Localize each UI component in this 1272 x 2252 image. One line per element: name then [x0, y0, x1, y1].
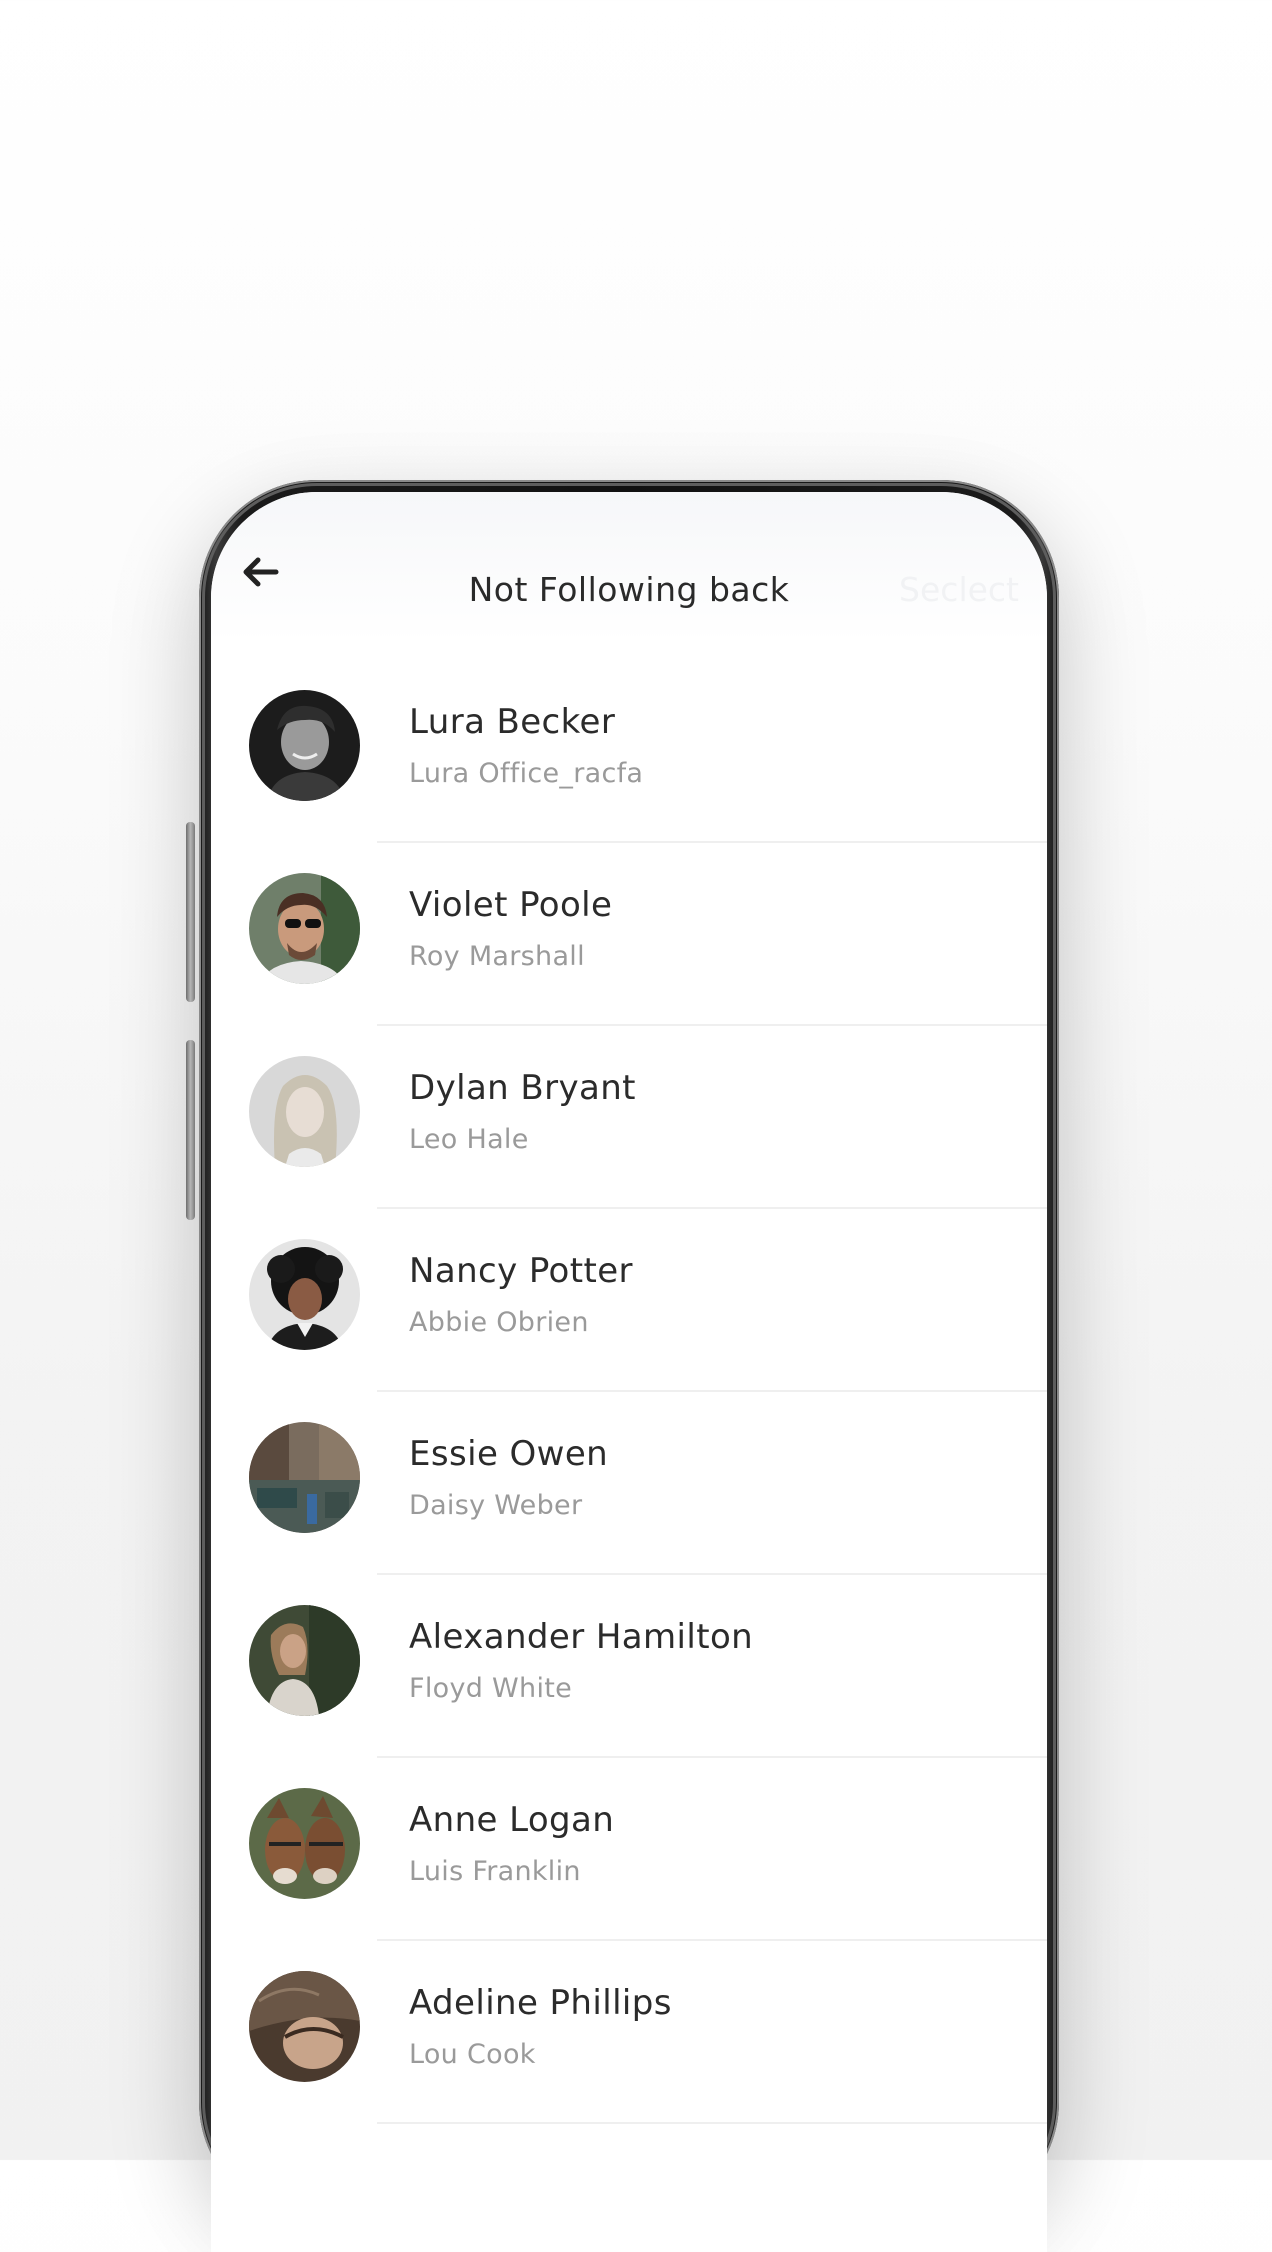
list-item[interactable]: Alexander Hamilton Floyd White: [211, 1575, 1047, 1758]
user-subtitle: Lou Cook: [409, 2039, 536, 2070]
avatar: [249, 1422, 360, 1533]
user-name: Violet Poole: [409, 885, 613, 925]
user-subtitle: Abbie Obrien: [409, 1307, 589, 1338]
avatar: [249, 1971, 360, 2082]
user-name: Alexander Hamilton: [409, 1617, 754, 1657]
app-screen: Not Following back Seclect Lura Becker L…: [211, 492, 1047, 2252]
phone-frame: Not Following back Seclect Lura Becker L…: [199, 480, 1059, 2252]
volume-down-button: [186, 1040, 195, 1220]
avatar: [249, 1239, 360, 1350]
user-name: Nancy Potter: [409, 1251, 633, 1291]
user-subtitle: Leo Hale: [409, 1124, 529, 1155]
nav-header: Not Following back Seclect: [211, 492, 1047, 642]
avatar: [249, 1056, 360, 1167]
user-subtitle: Floyd White: [409, 1673, 573, 1704]
avatar: [249, 873, 360, 984]
user-name: Essie Owen: [409, 1434, 609, 1474]
user-name: Anne Logan: [409, 1800, 615, 1840]
list-divider: [377, 2122, 1047, 2124]
user-name: Adeline Phillips: [409, 1983, 672, 2023]
user-subtitle: Lura Office_racfa: [409, 758, 644, 789]
user-name: Lura Becker: [409, 702, 616, 742]
user-list: Lura Becker Lura Office_racfa Violet Poo…: [211, 660, 1047, 2124]
volume-up-button: [186, 822, 195, 1002]
list-item[interactable]: Essie Owen Daisy Weber: [211, 1392, 1047, 1575]
avatar: [249, 1605, 360, 1716]
list-item[interactable]: Violet Poole Roy Marshall: [211, 843, 1047, 1026]
avatar: [249, 690, 360, 801]
list-item[interactable]: Adeline Phillips Lou Cook: [211, 1941, 1047, 2124]
avatar: [249, 1788, 360, 1899]
list-item[interactable]: Nancy Potter Abbie Obrien: [211, 1209, 1047, 1392]
list-item[interactable]: Anne Logan Luis Franklin: [211, 1758, 1047, 1941]
user-subtitle: Luis Franklin: [409, 1856, 581, 1887]
list-item[interactable]: Lura Becker Lura Office_racfa: [211, 660, 1047, 843]
select-button[interactable]: Seclect: [899, 570, 1019, 609]
list-item[interactable]: Dylan Bryant Leo Hale: [211, 1026, 1047, 1209]
user-name: Dylan Bryant: [409, 1068, 636, 1108]
user-subtitle: Daisy Weber: [409, 1490, 583, 1521]
user-subtitle: Roy Marshall: [409, 941, 585, 972]
